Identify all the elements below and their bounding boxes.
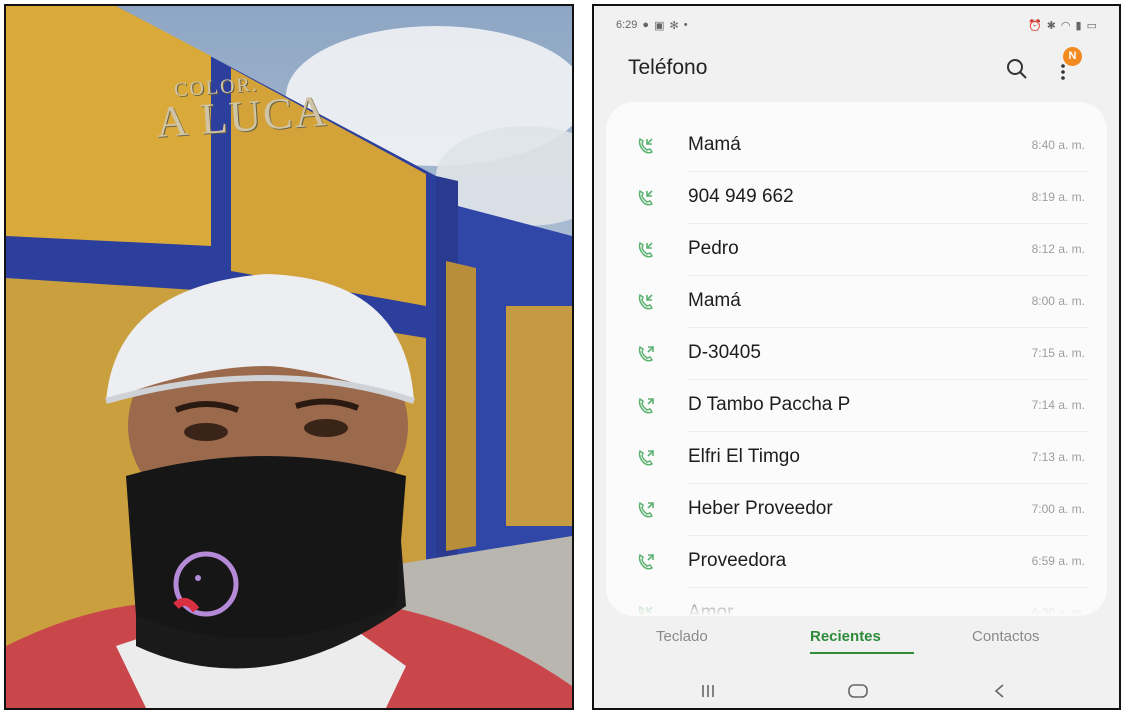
call-time: 7:13 a. m. xyxy=(1031,450,1085,464)
call-log-row[interactable]: 904 949 662 8:19 a. m. xyxy=(606,172,1107,224)
call-log-row[interactable]: Mamá 8:00 a. m. xyxy=(606,276,1107,328)
outgoing-call-icon xyxy=(636,552,656,572)
recent-apps-button[interactable] xyxy=(694,678,722,704)
call-log-row[interactable]: Pedro 8:12 a. m. xyxy=(606,224,1107,276)
home-button[interactable] xyxy=(844,678,872,704)
phone-screen: 6:29 ● ▣ ✻ • ⏰ ✱ ◠ ▮ ▭ Teléfono N Mamá 8… xyxy=(592,4,1121,710)
wall-sign: COLOR. A LUCA xyxy=(155,73,330,146)
status-right: ⏰ ✱ ◠ ▮ ▭ xyxy=(1028,19,1097,32)
page-title: Teléfono xyxy=(628,56,708,79)
call-log-row[interactable]: Proveedora 6:59 a. m. xyxy=(606,536,1107,588)
call-time: 8:19 a. m. xyxy=(1031,190,1085,204)
alarm-icon: ⏰ xyxy=(1028,19,1042,32)
call-log-row[interactable]: Heber Proveedor 7:00 a. m. xyxy=(606,484,1107,536)
contact-name: 904 949 662 xyxy=(688,186,794,207)
contact-name: Mamá xyxy=(688,134,741,155)
active-tab-indicator xyxy=(810,652,914,654)
battery-icon: ▭ xyxy=(1086,19,1097,32)
home-icon xyxy=(848,684,868,698)
incoming-call-icon xyxy=(636,240,656,260)
dot-icon: • xyxy=(683,18,688,31)
incoming-call-icon xyxy=(636,136,656,156)
back-button[interactable] xyxy=(986,678,1014,704)
signal-icon: ▮ xyxy=(1075,19,1082,32)
tab-teclado[interactable]: Teclado xyxy=(656,628,708,645)
call-time: 6:59 a. m. xyxy=(1031,554,1085,568)
wall-sign-main: A LUCA xyxy=(154,86,330,147)
search-button[interactable] xyxy=(1002,54,1032,84)
status-time: 6:29 xyxy=(616,18,638,31)
selfie-photo: COLOR. A LUCA xyxy=(4,4,574,710)
list-fade xyxy=(606,586,1107,616)
contact-name: D Tambo Paccha P xyxy=(688,394,851,415)
contact-name: Elfri El Timgo xyxy=(688,446,800,467)
call-time: 8:40 a. m. xyxy=(1031,138,1085,152)
system-nav-bar xyxy=(594,674,1119,708)
contact-name: Mamá xyxy=(688,290,741,311)
outgoing-call-icon xyxy=(636,344,656,364)
recent-apps-icon xyxy=(702,685,714,697)
outgoing-call-icon xyxy=(636,396,656,416)
bottom-tabs: Teclado Recientes Contactos xyxy=(594,628,1119,662)
status-left: 6:29 ● ▣ ✻ • xyxy=(616,19,688,32)
call-time: 7:15 a. m. xyxy=(1031,346,1085,360)
incoming-call-icon xyxy=(636,188,656,208)
contact-name: Pedro xyxy=(688,238,739,259)
bluetooth-icon: ✱ xyxy=(1046,19,1056,32)
call-time: 8:00 a. m. xyxy=(1031,294,1085,308)
outgoing-call-icon xyxy=(636,500,656,520)
contact-name: Proveedora xyxy=(688,550,787,571)
settings-icon: ✻ xyxy=(669,19,679,32)
tab-contactos[interactable]: Contactos xyxy=(972,628,1040,645)
wifi-icon: ◠ xyxy=(1060,19,1071,32)
contact-name: D-30405 xyxy=(688,342,761,363)
notification-badge: N xyxy=(1063,47,1082,66)
tab-recientes[interactable]: Recientes xyxy=(810,628,881,645)
call-time: 8:12 a. m. xyxy=(1031,242,1085,256)
g-icon: ● xyxy=(642,18,650,31)
contact-name: Heber Proveedor xyxy=(688,498,833,519)
status-bar: 6:29 ● ▣ ✻ • ⏰ ✱ ◠ ▮ ▭ xyxy=(616,16,1097,34)
incoming-call-icon xyxy=(636,292,656,312)
app-bar: Teléfono N xyxy=(594,42,1119,102)
search-icon xyxy=(1007,59,1027,79)
recent-calls-list[interactable]: Mamá 8:40 a. m. 904 949 662 8:19 a. m. Pedro… xyxy=(606,102,1107,616)
gallery-icon: ▣ xyxy=(654,19,665,32)
call-log-row[interactable]: Mamá 8:40 a. m. xyxy=(606,120,1107,172)
call-time: 7:00 a. m. xyxy=(1031,502,1085,516)
outgoing-call-icon xyxy=(636,448,656,468)
back-icon xyxy=(994,684,1004,698)
call-log-row[interactable]: D-30405 7:15 a. m. xyxy=(606,328,1107,380)
call-log-row[interactable]: Elfri El Timgo 7:13 a. m. xyxy=(606,432,1107,484)
call-time: 7:14 a. m. xyxy=(1031,398,1085,412)
call-log-row[interactable]: D Tambo Paccha P 7:14 a. m. xyxy=(606,380,1107,432)
